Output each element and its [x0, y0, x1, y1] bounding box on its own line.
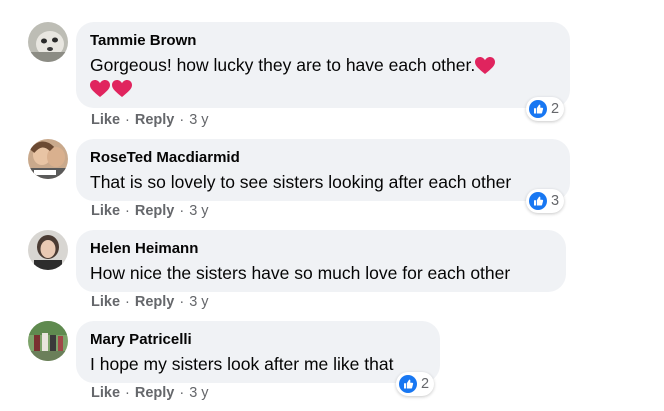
separator-dot: · [125, 112, 130, 128]
reply-link[interactable]: Reply [135, 385, 175, 401]
comment-text: Gorgeous! how lucky they are to have eac… [90, 55, 476, 75]
reply-link[interactable]: Reply [135, 203, 175, 219]
comment-actions: Like · Reply · 3 y [91, 112, 209, 128]
like-link[interactable]: Like [91, 112, 120, 128]
separator-dot: · [179, 294, 185, 310]
like-icon [529, 100, 547, 118]
timestamp-link[interactable]: 3 y [189, 294, 208, 310]
heart-emoji-icon [112, 80, 132, 97]
comment-bubble: Mary Patricelli I hope my sisters look a… [76, 321, 440, 383]
separator-dot: · [179, 112, 185, 128]
like-link[interactable]: Like [91, 385, 120, 401]
heart-emoji-icon [90, 80, 110, 97]
reaction-count: 2 [421, 376, 430, 392]
comment-text: How nice the sisters have so much love f… [90, 263, 511, 283]
separator-dot: · [125, 294, 130, 310]
comment-author[interactable]: Mary Patricelli [90, 331, 426, 349]
comment-actions: Like · Reply · 3 y [91, 294, 209, 310]
avatar[interactable] [28, 22, 68, 62]
reply-link[interactable]: Reply [135, 112, 175, 128]
separator-dot: · [125, 385, 130, 401]
comment-bubble: Tammie Brown Gorgeous! how lucky they ar… [76, 22, 570, 108]
separator-dot: · [179, 203, 185, 219]
comment-bubble: Helen Heimann How nice the sisters have … [76, 230, 566, 292]
comment-author[interactable]: RoseTed Macdiarmid [90, 149, 556, 167]
heart-emoji-row [90, 80, 556, 98]
heart-emoji-icon [475, 57, 496, 75]
reaction-summary[interactable]: 2 [396, 372, 435, 396]
reaction-summary[interactable]: 2 [526, 97, 565, 121]
reply-link[interactable]: Reply [135, 294, 175, 310]
like-link[interactable]: Like [91, 203, 120, 219]
timestamp-link[interactable]: 3 y [189, 385, 208, 401]
timestamp-link[interactable]: 3 y [189, 112, 208, 128]
comment-author[interactable]: Helen Heimann [90, 240, 552, 258]
like-icon [529, 192, 547, 210]
separator-dot: · [179, 385, 185, 401]
comment-actions: Like · Reply · 3 y [91, 203, 209, 219]
comment-bubble: RoseTed Macdiarmid That is so lovely to … [76, 139, 570, 201]
comment-text: That is so lovely to see sisters looking… [90, 172, 512, 192]
reaction-count: 3 [551, 193, 560, 209]
comment-author[interactable]: Tammie Brown [90, 32, 556, 50]
reaction-count: 2 [551, 101, 560, 117]
like-icon [399, 375, 417, 393]
like-link[interactable]: Like [91, 294, 120, 310]
comment-actions: Like · Reply · 3 y [91, 385, 209, 401]
avatar[interactable] [28, 321, 68, 361]
avatar[interactable] [28, 139, 68, 179]
reaction-summary[interactable]: 3 [526, 189, 565, 213]
timestamp-link[interactable]: 3 y [189, 203, 208, 219]
separator-dot: · [125, 203, 130, 219]
avatar[interactable] [28, 230, 68, 270]
comment-text: I hope my sisters look after me like tha… [90, 354, 394, 374]
